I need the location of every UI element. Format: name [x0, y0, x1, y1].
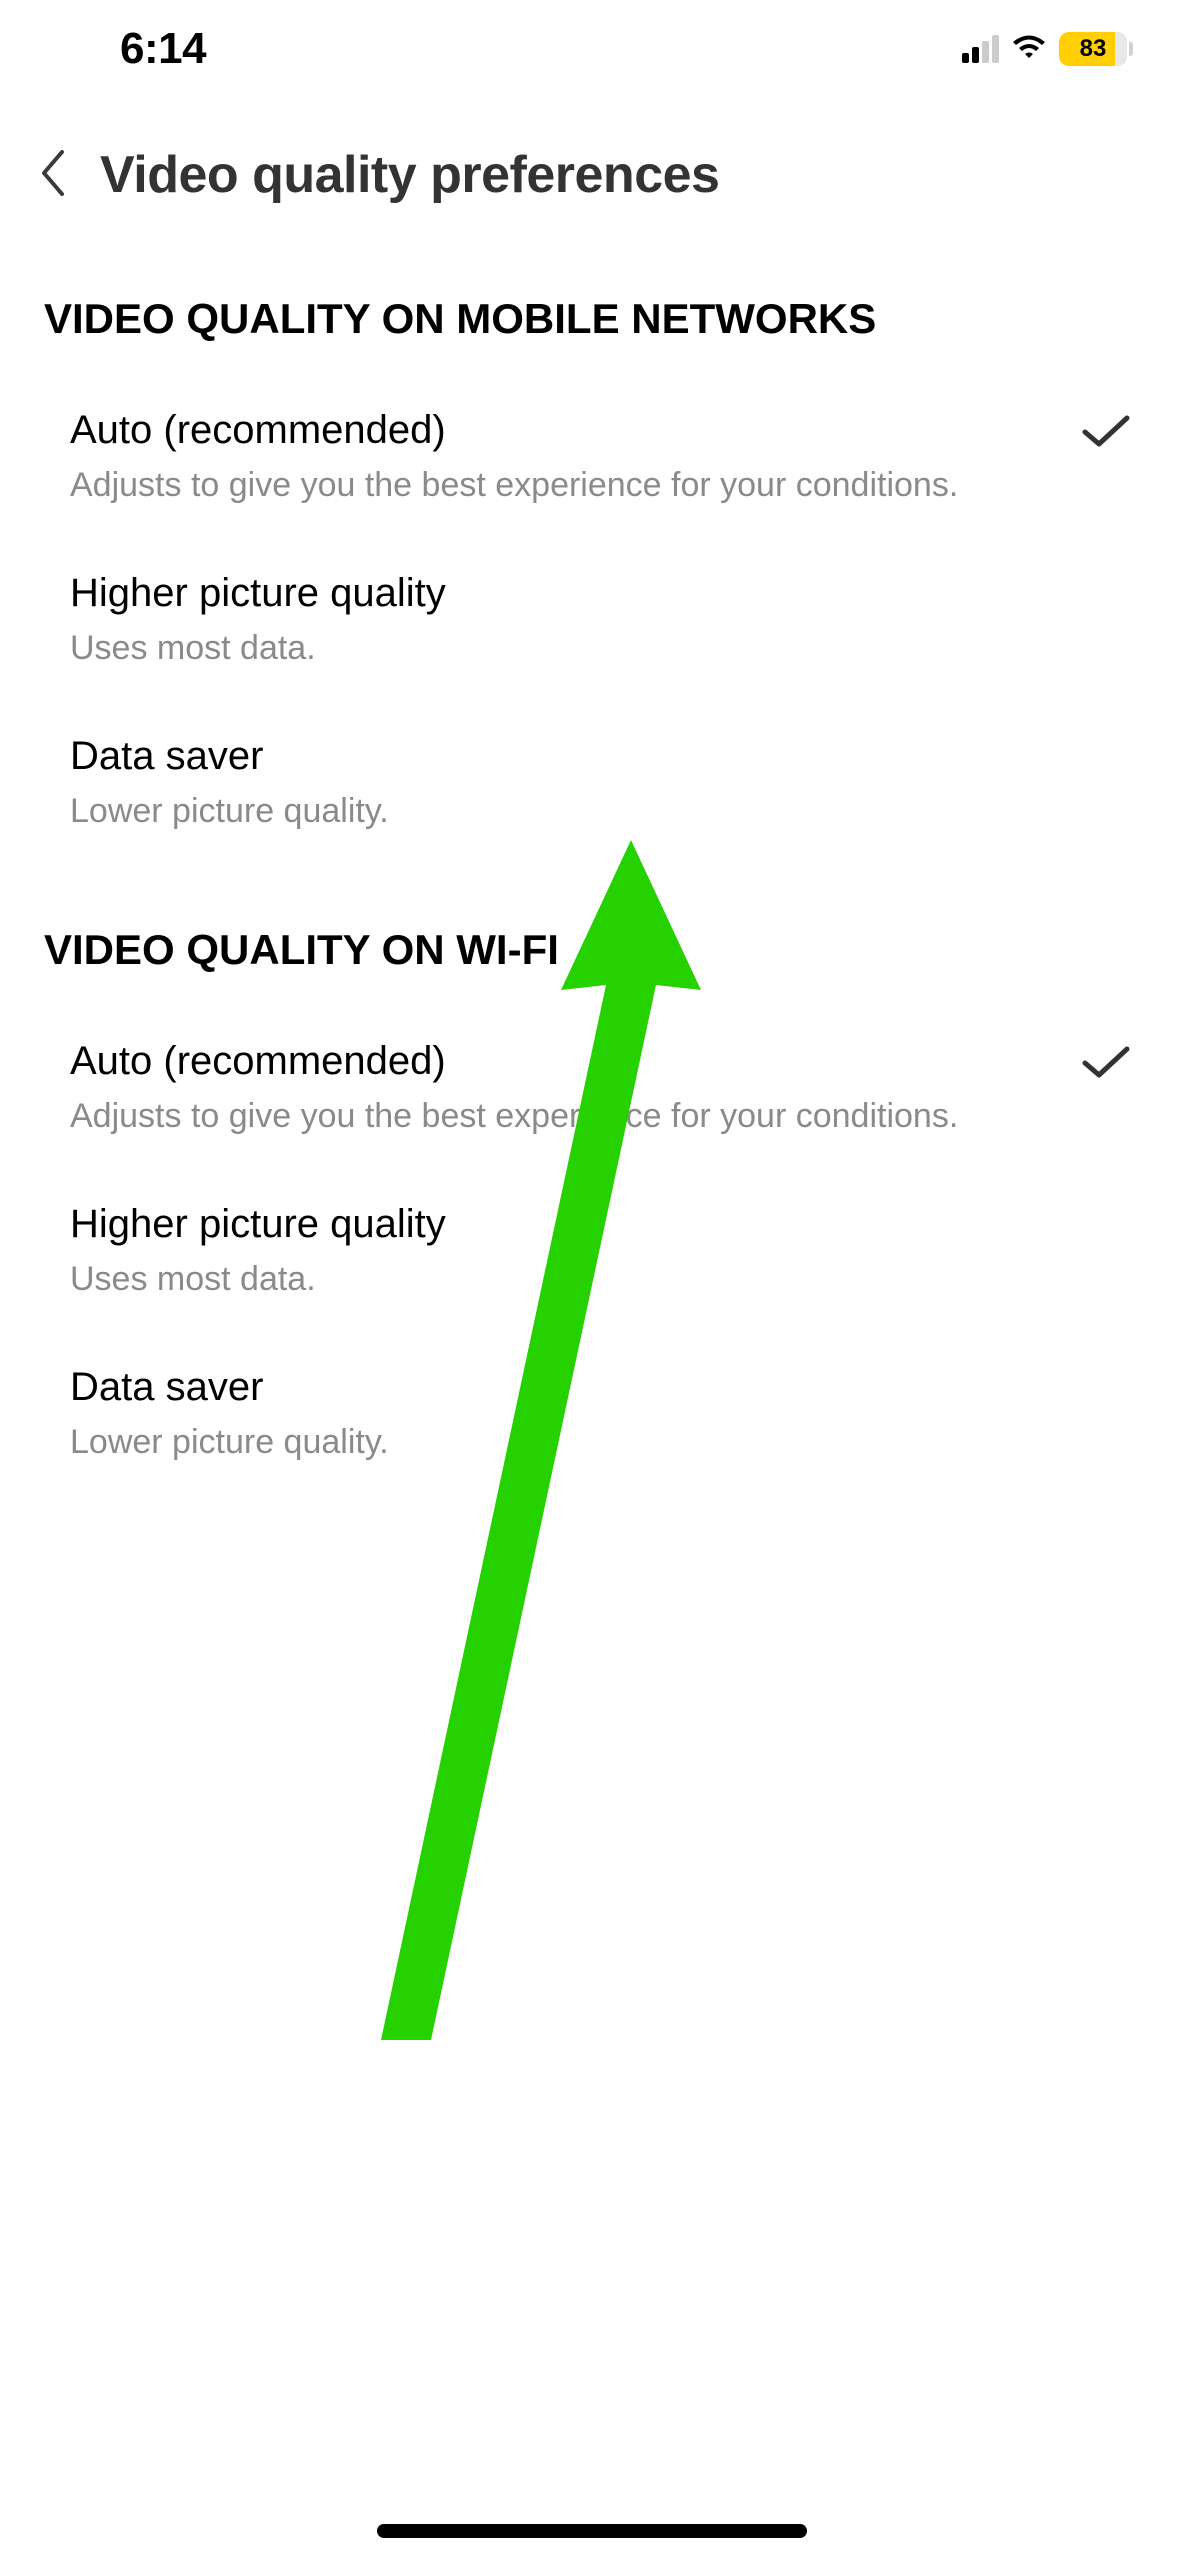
wifi-icon [1009, 32, 1049, 67]
status-icons: 83 [962, 32, 1133, 67]
option-title: Higher picture quality [70, 1202, 1139, 1247]
option-subtitle: Lower picture quality. [70, 1422, 1139, 1463]
option-title: Higher picture quality [70, 571, 1139, 616]
status-bar: 6:14 83 [0, 0, 1183, 90]
option-wifi-auto[interactable]: Auto (recommended) Adjusts to give you t… [44, 1014, 1139, 1177]
option-wifi-data-saver[interactable]: Data saver Lower picture quality. [44, 1340, 1139, 1503]
home-indicator[interactable] [377, 2524, 807, 2538]
option-title: Data saver [70, 1365, 1139, 1410]
section-header-wifi: VIDEO QUALITY ON WI-FI [44, 926, 1139, 974]
option-mobile-higher[interactable]: Higher picture quality Uses most data. [44, 546, 1139, 709]
section-mobile-networks: VIDEO QUALITY ON MOBILE NETWORKS Auto (r… [0, 295, 1183, 871]
battery-percent: 83 [1080, 35, 1107, 63]
option-title: Auto (recommended) [70, 408, 1081, 453]
back-button[interactable] [36, 148, 70, 203]
option-subtitle: Adjusts to give you the best experience … [70, 465, 1081, 506]
nav-header: Video quality preferences [0, 90, 1183, 235]
checkmark-icon [1081, 412, 1131, 455]
checkmark-icon [1081, 1043, 1131, 1086]
page-title: Video quality preferences [100, 145, 719, 205]
option-title: Auto (recommended) [70, 1039, 1081, 1084]
section-wifi: VIDEO QUALITY ON WI-FI Auto (recommended… [0, 926, 1183, 1502]
option-subtitle: Uses most data. [70, 628, 1139, 669]
option-wifi-higher[interactable]: Higher picture quality Uses most data. [44, 1177, 1139, 1340]
option-subtitle: Adjusts to give you the best experience … [70, 1096, 1081, 1137]
option-subtitle: Uses most data. [70, 1259, 1139, 1300]
battery-indicator: 83 [1059, 32, 1133, 66]
option-mobile-data-saver[interactable]: Data saver Lower picture quality. [44, 709, 1139, 872]
option-mobile-auto[interactable]: Auto (recommended) Adjusts to give you t… [44, 383, 1139, 546]
section-header-mobile: VIDEO QUALITY ON MOBILE NETWORKS [44, 295, 1139, 343]
status-time: 6:14 [120, 24, 206, 74]
cellular-signal-icon [962, 35, 999, 63]
option-subtitle: Lower picture quality. [70, 791, 1139, 832]
option-title: Data saver [70, 734, 1139, 779]
